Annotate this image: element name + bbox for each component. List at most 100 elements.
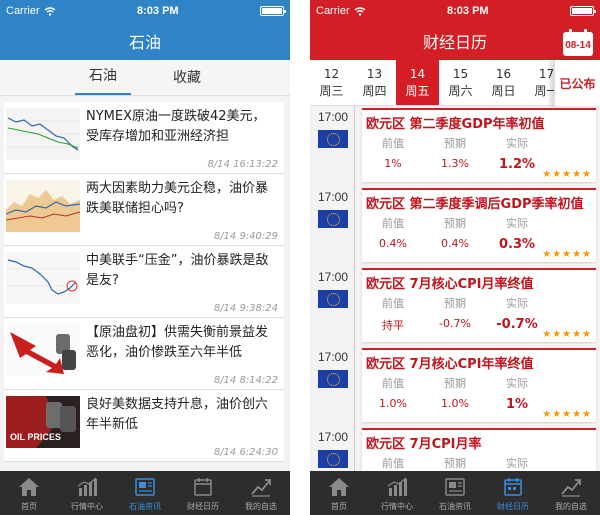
date-day: 16 [495, 66, 512, 81]
eu-flag-icon [318, 450, 348, 468]
battery-icon [569, 6, 596, 16]
news-title: 两大因素助力美元企稳，油价暴跌美联储担心吗? [86, 181, 269, 216]
tab-oil[interactable]: 石油 [75, 65, 131, 95]
tab-oil-news[interactable]: 石油资讯 [116, 471, 174, 515]
status-time: 8:03 PM [137, 5, 179, 17]
date-cell[interactable]: 15 周六 [439, 60, 482, 105]
news-item[interactable]: 【原油盘初】供需失衡前景益发恶化，油价惨跌至六年半低 8/14 8:14:22 [4, 318, 284, 390]
prev-value: 1% [384, 157, 402, 170]
tab-label: 首页 [21, 502, 37, 511]
tab-label: 行情中心 [381, 502, 413, 511]
date-cell[interactable]: 13 周四 [353, 60, 396, 105]
date-cell[interactable]: 16 周日 [482, 60, 525, 105]
date-picker-button[interactable]: 08-14 [562, 28, 594, 58]
forecast-label: 预期 [444, 217, 466, 230]
news-title: NYMEX原油一度跌破42美元，受库存增加和亚洲经济担 [86, 109, 266, 144]
actual-value: 1% [505, 397, 529, 412]
oil-news-screen: Carrier 8:03 PM 石油 石油 收藏 NYMEX原油一度跌破42美元… [0, 0, 290, 515]
date-day: 15 [452, 66, 469, 81]
actual-value: -0.7% [496, 317, 538, 332]
date-cell-selected[interactable]: 14 周五 [396, 60, 439, 105]
tab-market[interactable]: 行情中心 [58, 471, 116, 515]
event-row[interactable]: 17:00 欧元区 7月核心CPI月率终值 前值 持平 预期 -0.7% 实际 -0.… [310, 266, 600, 346]
prev-label: 前值 [382, 137, 404, 150]
tab-label: 我的自选 [245, 502, 277, 511]
forecast-label: 预期 [444, 457, 466, 470]
forecast-label: 预期 [444, 297, 466, 310]
news-icon [445, 478, 465, 496]
importance-stars: ★★★★★ [542, 169, 592, 180]
event-time: 17:00 [318, 430, 349, 444]
tab-label: 石油资讯 [439, 502, 471, 511]
importance-stars: ★★★★★ [542, 329, 592, 340]
event-row[interactable]: 17:00 欧元区 第二季度季调后GDP季率初值 前值 0.4% 预期 0.4% 实… [310, 186, 600, 266]
actual-value: 0.3% [498, 237, 536, 252]
date-cell[interactable]: 12 周三 [310, 60, 353, 105]
tab-market[interactable]: 行情中心 [368, 471, 426, 515]
tab-home[interactable]: 首页 [310, 471, 368, 515]
tab-bar: 首页 行情中心 石油资讯 财经日历 我的自选 [310, 471, 600, 515]
news-list: NYMEX原油一度跌破42美元，受库存增加和亚洲经济担 8/14 16:13:2… [0, 102, 290, 462]
page-title: 石油 [128, 33, 161, 52]
event-row[interactable]: 17:00 欧元区 第二季度GDP年率初值 前值 1% 预期 1.3% 实际 1.2%… [310, 106, 600, 186]
nav-bar: 石油 [0, 22, 290, 60]
news-time: 8/14 9:38:24 [213, 303, 278, 314]
news-title: 中美联手“压金”，油价暴跌是敌是友? [86, 253, 269, 288]
date-day: 17 [538, 66, 555, 81]
home-icon [329, 478, 349, 496]
news-item[interactable]: 两大因素助力美元企稳，油价暴跌美联储担心吗? 8/14 9:40:29 [4, 174, 284, 246]
importance-stars: ★★★★★ [542, 409, 592, 420]
forecast-label: 预期 [444, 137, 466, 150]
date-weekday: 周三 [319, 83, 344, 98]
chart-thumbnail [6, 180, 80, 232]
news-time: 8/14 6:24:30 [213, 447, 278, 458]
prev-value: 0.4% [379, 237, 407, 250]
prev-label: 前值 [382, 217, 404, 230]
event-card: 欧元区 7月核心CPI月率终值 前值 持平 预期 -0.7% 实际 -0.7% ★★★… [362, 268, 596, 342]
tab-favorites[interactable]: 收藏 [159, 67, 215, 95]
published-filter-button[interactable]: 已公布 [554, 60, 600, 106]
date-weekday: 周日 [491, 83, 516, 98]
carrier-label: Carrier [316, 5, 350, 17]
tab-watchlist[interactable]: 我的自选 [542, 471, 600, 515]
oil-prices-caption: OIL PRICES [10, 432, 61, 442]
event-row[interactable]: 17:00 欧元区 7月核心CPI年率终值 前值 1.0% 预期 1.0% 实际 1%… [310, 346, 600, 426]
news-icon [135, 478, 155, 496]
date-weekday: 周五 [405, 83, 430, 98]
event-title: 欧元区 7月核心CPI月率终值 [366, 277, 534, 292]
actual-label: 实际 [506, 377, 528, 390]
chart-thumbnail [6, 108, 80, 160]
event-title: 欧元区 第二季度季调后GDP季率初值 [366, 197, 584, 212]
prev-label: 前值 [382, 377, 404, 390]
date-weekday: 周四 [362, 83, 387, 98]
tab-label: 我的自选 [555, 502, 587, 511]
tab-calendar[interactable]: 财经日历 [174, 471, 232, 515]
event-time: 17:00 [318, 350, 349, 364]
status-time: 8:03 PM [447, 5, 489, 17]
prev-value: 持平 [382, 319, 404, 332]
news-item[interactable]: NYMEX原油一度跌破42美元，受库存增加和亚洲经济担 8/14 16:13:2… [4, 102, 284, 174]
my-watchlist-icon [251, 479, 271, 497]
news-item[interactable]: 中美联手“压金”，油价暴跌是敌是友? 8/14 9:38:24 [4, 246, 284, 318]
eu-flag-icon [318, 370, 348, 388]
event-card: 欧元区 第二季度GDP年率初值 前值 1% 预期 1.3% 实际 1.2% ★★★★★ [362, 108, 596, 182]
carrier-label: Carrier [6, 5, 40, 17]
event-card: 欧元区 7月核心CPI年率终值 前值 1.0% 预期 1.0% 实际 1% ★★★★★ [362, 348, 596, 422]
forecast-value: 0.4% [441, 237, 469, 250]
tab-home[interactable]: 首页 [0, 471, 58, 515]
actual-value: 1.2% [498, 157, 536, 172]
news-title: 良好美数据支持升息，油价创六年半新低 [86, 397, 269, 432]
event-time: 17:00 [318, 110, 349, 124]
tab-oil-news[interactable]: 石油资讯 [426, 471, 484, 515]
market-chart-icon [387, 477, 407, 496]
tab-calendar[interactable]: 财经日历 [484, 471, 542, 515]
tab-bar: 首页 行情中心 石油资讯 财经日历 我的自选 [0, 471, 290, 515]
importance-stars: ★★★★★ [542, 249, 592, 260]
forecast-label: 预期 [444, 377, 466, 390]
tab-watchlist[interactable]: 我的自选 [232, 471, 290, 515]
tab-label: 石油资讯 [129, 502, 161, 511]
finance-calendar-screen: Carrier 8:03 PM 财经日历 08-14 12 周三 13 周四 14 周… [310, 0, 600, 515]
chart-thumbnail [6, 252, 80, 304]
news-item[interactable]: OIL PRICES 良好美数据支持升息，油价创六年半新低 8/14 6:24:… [4, 390, 284, 462]
nav-bar: 财经日历 08-14 [310, 22, 600, 60]
